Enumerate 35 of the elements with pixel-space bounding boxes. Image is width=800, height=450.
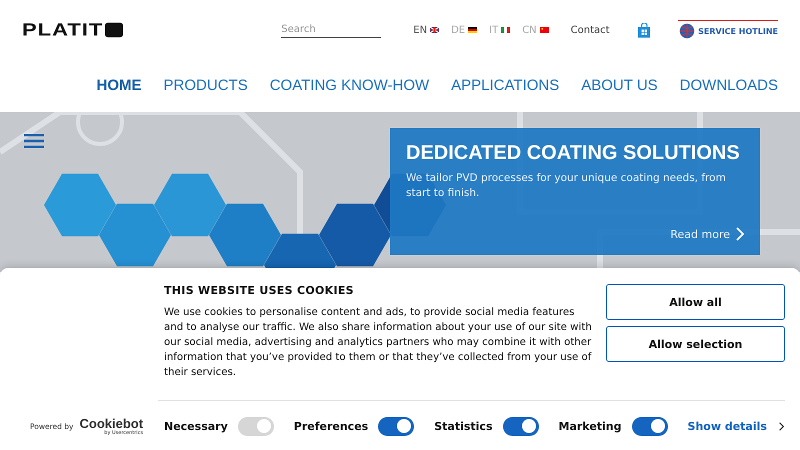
nav-link[interactable]: ABOUT US — [581, 76, 658, 94]
toggle-switch[interactable] — [378, 416, 414, 436]
nav-link[interactable]: COATING KNOW-HOW — [270, 76, 430, 94]
nav-link[interactable]: PRODUCTS — [164, 76, 248, 94]
nav-link[interactable]: DOWNLOADS — [680, 76, 778, 94]
chevron-right-icon — [778, 422, 784, 430]
search-field[interactable]: Search — [281, 22, 382, 38]
hero-title: DEDICATED COATING SOLUTIONS — [406, 142, 741, 165]
toggle-switch[interactable] — [502, 416, 538, 436]
toggle-label: Preferences — [294, 420, 368, 432]
allow-button[interactable]: Allow selection — [606, 326, 785, 362]
flag-icon — [468, 27, 478, 33]
chevron-right-icon — [736, 227, 744, 241]
cookie-title: THIS WEBSITE USES COOKIES — [164, 284, 355, 297]
read-more-link[interactable]: Read more — [670, 227, 744, 241]
toggle-label: Statistics — [434, 420, 492, 432]
allow-button[interactable]: Allow all — [606, 284, 785, 320]
language-link[interactable]: EN — [413, 24, 440, 36]
globe-icon — [678, 22, 696, 40]
toggle-label: Necessary — [164, 420, 228, 432]
nav-link[interactable]: HOME — [96, 76, 142, 94]
nav-link[interactable]: APPLICATIONS — [451, 76, 560, 94]
toggle-switch[interactable] — [632, 416, 668, 436]
flag-icon — [501, 27, 510, 33]
show-details-link[interactable]: Show details — [688, 420, 784, 432]
cookie-text: We use cookies to personalise content and ads, to provide social media features and to analyse our traffic. We also share information about your use of our site with our social media, advertising and analytics partners who may combine it with other information that you’ve provided to them or that they’ve collected from your use of their services. — [164, 306, 593, 380]
platit-logo[interactable]: PLATIT — [22, 20, 264, 40]
flag-icon — [430, 27, 440, 33]
menu-icon[interactable] — [24, 134, 44, 148]
flag-icon — [540, 27, 549, 33]
shopping-bag-icon[interactable] — [638, 22, 650, 38]
service-hotline-badge[interactable]: SERVICE HOTLINE — [678, 20, 778, 40]
hero-text: We tailor PVD processes for your unique coating needs, from start to finish. — [406, 171, 727, 200]
contact-link[interactable]: Contact — [570, 24, 610, 36]
toggle-label: Marketing — [558, 420, 622, 432]
